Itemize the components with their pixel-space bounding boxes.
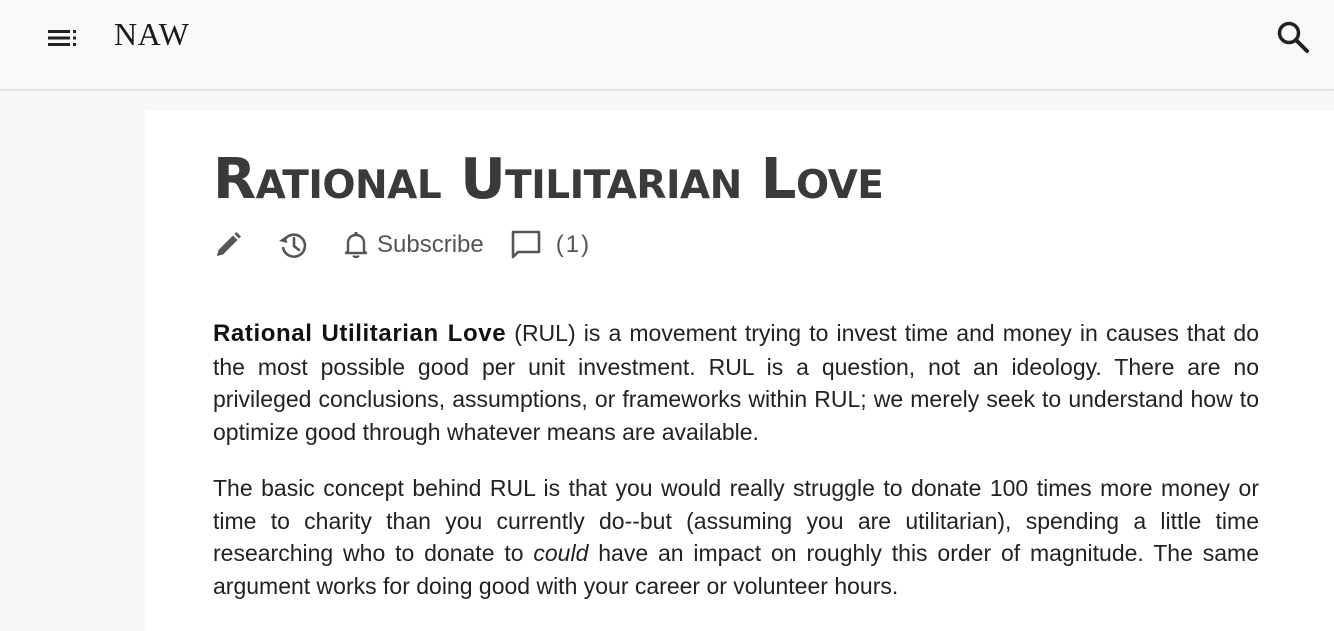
pencil-icon [217,232,241,256]
article-paragraph: The basic concept behind RUL is that you… [213,472,1259,602]
subscribe-button[interactable]: Subscribe [343,230,484,260]
history-icon [279,233,307,258]
bell-icon [344,232,368,259]
top-bar: NAW [0,0,1334,90]
search-icon [1277,21,1309,53]
article-paragraph: Rational Utilitarian Love (RUL) is a mov… [213,317,1259,448]
menu-icon [48,30,76,46]
history-button[interactable] [277,229,309,261]
article-lead-term: Rational Utilitarian Love [213,320,507,347]
site-title-link[interactable]: NAW [114,16,189,53]
subscribe-label: Subscribe [377,231,484,258]
emphasized-word: could [533,540,589,566]
page-title: Rational Utilitarian Love [213,147,884,212]
comments-count: (1) [555,231,592,258]
comment-icon [511,230,541,259]
search-button[interactable] [1274,18,1312,56]
main-content: Rational Utilitarian Love Subscribe (1) … [145,111,1334,631]
comments-button[interactable]: (1) [510,229,591,261]
edit-button[interactable] [213,230,243,260]
menu-button[interactable] [44,24,80,52]
page-toolbar: Subscribe (1) [213,227,591,263]
